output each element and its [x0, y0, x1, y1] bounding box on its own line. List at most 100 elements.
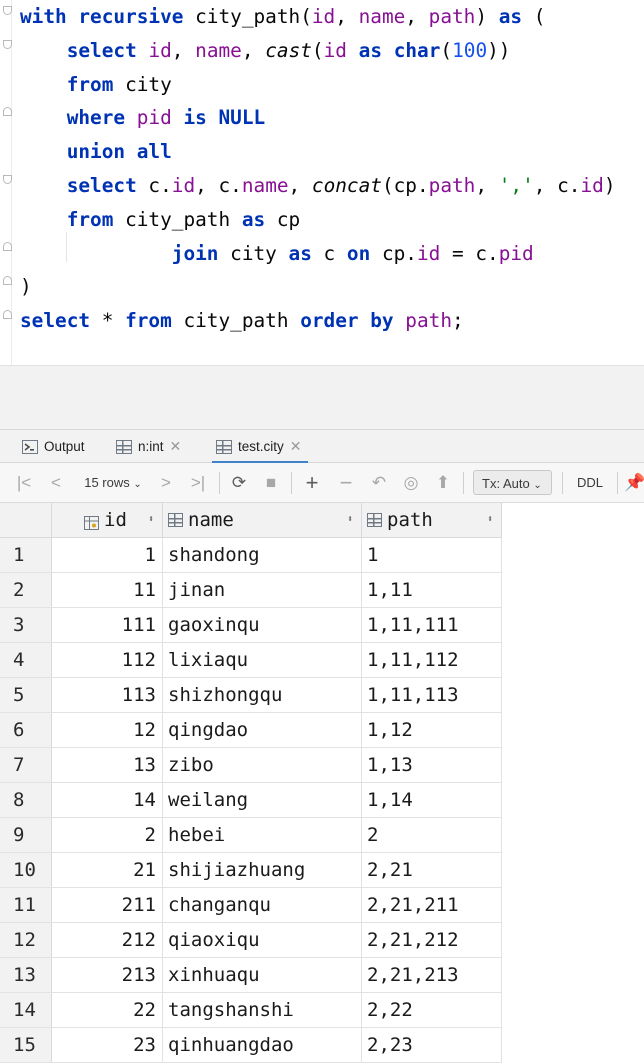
id-cell[interactable]: 212	[51, 922, 163, 958]
path-cell[interactable]: 2,21,211	[361, 887, 502, 923]
code-line[interactable]: select id, name, cast(id as char(100))	[20, 34, 511, 68]
table-row[interactable]: 2 11 jinan 1,11	[0, 572, 502, 608]
row-number-cell[interactable]: 13	[0, 957, 52, 993]
path-cell[interactable]: 1,11,111	[361, 607, 502, 643]
table-row[interactable]: 12 212 qiaoxiqu 2,21,212	[0, 922, 502, 958]
path-cell[interactable]: 1,14	[361, 782, 502, 818]
id-cell[interactable]: 2	[51, 817, 163, 853]
row-number-cell[interactable]: 3	[0, 607, 52, 643]
id-cell[interactable]: 12	[51, 712, 163, 748]
sort-icon[interactable]: ⬍	[347, 515, 353, 525]
table-row[interactable]: 7 13 zibo 1,13	[0, 747, 502, 783]
tab-test-city[interactable]: test.city ✕	[212, 430, 307, 464]
id-cell[interactable]: 1	[51, 537, 163, 573]
path-cell[interactable]: 1,11,113	[361, 677, 502, 713]
fold-marker-icon[interactable]	[3, 107, 12, 116]
code-line[interactable]: select c.id, c.name, concat(cp.path, ','…	[20, 169, 616, 203]
name-cell[interactable]: qinhuangdao	[162, 1027, 362, 1063]
name-cell[interactable]: jinan	[162, 572, 362, 608]
path-cell[interactable]: 1,12	[361, 712, 502, 748]
row-number-cell[interactable]: 6	[0, 712, 52, 748]
id-cell[interactable]: 22	[51, 992, 163, 1028]
close-icon[interactable]: ✕	[170, 438, 182, 455]
name-cell[interactable]: lixiaqu	[162, 642, 362, 678]
close-icon[interactable]: ✕	[290, 438, 302, 455]
table-row[interactable]: 3 111 gaoxinqu 1,11,111	[0, 607, 502, 643]
name-cell[interactable]: gaoxinqu	[162, 607, 362, 643]
id-cell[interactable]: 111	[51, 607, 163, 643]
id-cell[interactable]: 112	[51, 642, 163, 678]
sort-icon[interactable]: ⬍	[487, 515, 493, 525]
path-cell[interactable]: 1,13	[361, 747, 502, 783]
path-cell[interactable]: 1,11	[361, 572, 502, 608]
id-cell[interactable]: 23	[51, 1027, 163, 1063]
name-cell[interactable]: tangshanshi	[162, 992, 362, 1028]
name-cell[interactable]: qiaoxiqu	[162, 922, 362, 958]
table-row[interactable]: 13 213 xinhuaqu 2,21,213	[0, 957, 502, 993]
row-number-cell[interactable]: 7	[0, 747, 52, 783]
path-cell[interactable]: 2,21	[361, 852, 502, 888]
table-row[interactable]: 15 23 qinhuangdao 2,23	[0, 1027, 502, 1063]
tab-output[interactable]: Output	[22, 430, 85, 463]
results-grid[interactable]: id ⬍ name ⬍ path ⬍ 1 1 shandong 1 2 11 j…	[0, 503, 644, 1063]
row-number-cell[interactable]: 1	[0, 537, 52, 573]
name-cell[interactable]: weilang	[162, 782, 362, 818]
submit-icon[interactable]: ⬆	[432, 463, 454, 502]
table-row[interactable]: 6 12 qingdao 1,12	[0, 712, 502, 748]
fold-marker-icon[interactable]	[3, 310, 12, 319]
name-cell[interactable]: hebei	[162, 817, 362, 853]
id-cell[interactable]: 21	[51, 852, 163, 888]
id-cell[interactable]: 113	[51, 677, 163, 713]
delete-row-icon[interactable]: −	[335, 463, 357, 502]
first-page-icon[interactable]: |<	[14, 463, 34, 502]
table-row[interactable]: 4 112 lixiaqu 1,11,112	[0, 642, 502, 678]
column-header-path[interactable]: path ⬍	[361, 503, 502, 538]
fold-marker-icon[interactable]	[3, 242, 12, 251]
pin-icon[interactable]: 📌	[624, 463, 644, 502]
path-cell[interactable]: 2,22	[361, 992, 502, 1028]
row-number-cell[interactable]: 14	[0, 992, 52, 1028]
path-cell[interactable]: 2,21,213	[361, 957, 502, 993]
row-number-cell[interactable]: 10	[0, 852, 52, 888]
code-line[interactable]: from city_path as cp	[20, 203, 301, 237]
name-cell[interactable]: zibo	[162, 747, 362, 783]
code-line[interactable]: join city as c on cp.id = c.pid	[20, 237, 534, 271]
tab-n-int[interactable]: n:int ✕	[116, 430, 181, 463]
row-number-cell[interactable]: 12	[0, 922, 52, 958]
table-row[interactable]: 8 14 weilang 1,14	[0, 782, 502, 818]
fold-marker-icon[interactable]	[3, 6, 12, 15]
previous-page-icon[interactable]: <	[47, 463, 65, 502]
table-row[interactable]: 14 22 tangshanshi 2,22	[0, 992, 502, 1028]
revert-icon[interactable]: ↶	[368, 463, 390, 502]
last-page-icon[interactable]: >|	[187, 463, 209, 502]
code-line[interactable]: from city	[20, 68, 172, 102]
rows-count-selector[interactable]: 15 rows ⌄	[78, 463, 148, 502]
stop-icon[interactable]: ■	[262, 463, 280, 502]
path-cell[interactable]: 1	[361, 537, 502, 573]
add-row-icon[interactable]: +	[301, 463, 323, 502]
path-cell[interactable]: 2,23	[361, 1027, 502, 1063]
row-number-cell[interactable]: 2	[0, 572, 52, 608]
sort-icon[interactable]: ⬍	[148, 515, 154, 525]
preview-changes-icon[interactable]: ◎	[400, 463, 422, 502]
ddl-button[interactable]: DDL	[572, 463, 608, 502]
fold-marker-icon[interactable]	[3, 175, 12, 184]
row-number-cell[interactable]: 5	[0, 677, 52, 713]
code-line[interactable]: union all	[20, 135, 172, 169]
code-line[interactable]: )	[20, 270, 32, 304]
name-cell[interactable]: shijiazhuang	[162, 852, 362, 888]
row-number-cell[interactable]: 8	[0, 782, 52, 818]
id-cell[interactable]: 13	[51, 747, 163, 783]
code-line[interactable]: with recursive city_path(id, name, path)…	[20, 0, 545, 34]
path-cell[interactable]: 2,21,212	[361, 922, 502, 958]
name-cell[interactable]: shizhongqu	[162, 677, 362, 713]
table-row[interactable]: 11 211 changanqu 2,21,211	[0, 887, 502, 923]
name-cell[interactable]: shandong	[162, 537, 362, 573]
name-cell[interactable]: xinhuaqu	[162, 957, 362, 993]
path-cell[interactable]: 1,11,112	[361, 642, 502, 678]
row-number-cell[interactable]: 4	[0, 642, 52, 678]
row-number-cell[interactable]: 11	[0, 887, 52, 923]
name-cell[interactable]: qingdao	[162, 712, 362, 748]
id-cell[interactable]: 211	[51, 887, 163, 923]
table-row[interactable]: 9 2 hebei 2	[0, 817, 502, 853]
